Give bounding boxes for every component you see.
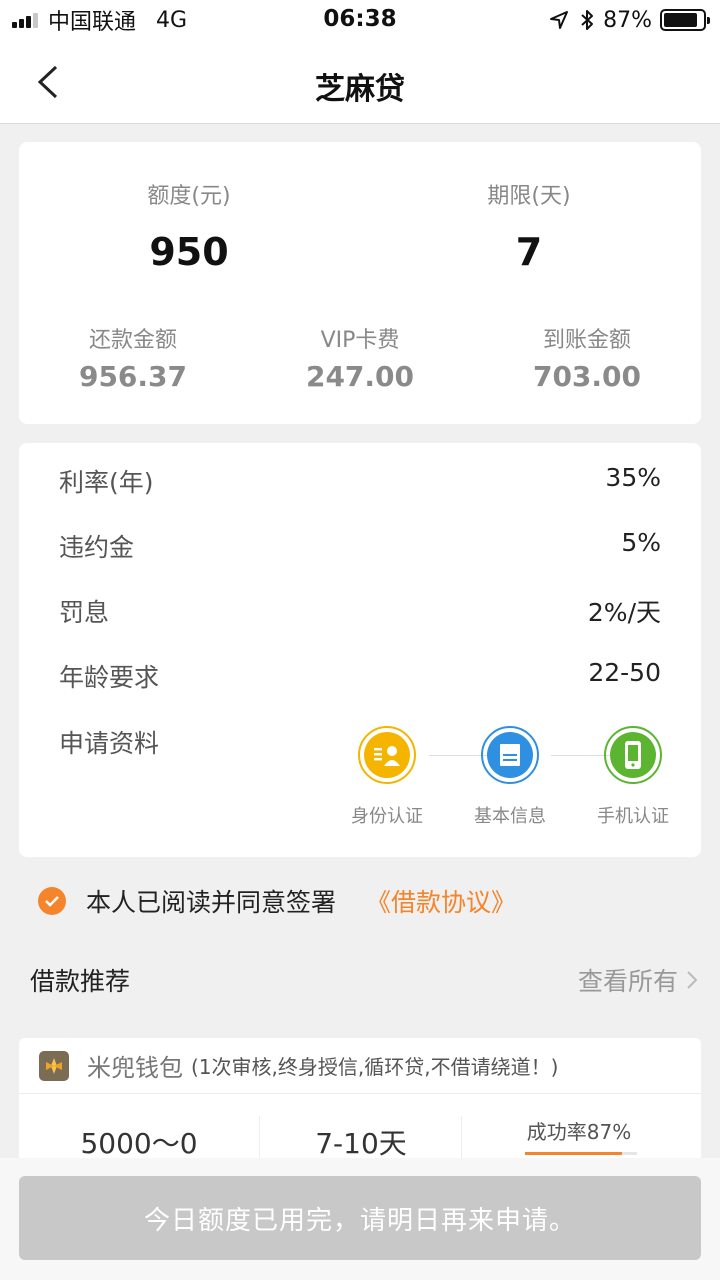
vip-fee-value: 247.00 <box>305 360 415 393</box>
step-phone-label: 手机认证 <box>597 806 669 827</box>
view-all-label: 查看所有 <box>577 967 678 996</box>
id-card-icon <box>358 726 416 784</box>
step-identity-label: 身份认证 <box>351 806 423 827</box>
checkmark-icon[interactable] <box>38 887 66 915</box>
recommend-item-header: 米兜钱包 (1次审核,终身授信,循环贷,不借请绕道！) <box>19 1038 701 1094</box>
page-title: 芝麻贷 <box>315 72 405 107</box>
age-label: 年龄要求 <box>59 663 160 692</box>
agreement-row: 本人已阅读并同意签署 《借款协议》 <box>38 883 516 919</box>
step-basic-info[interactable]: 基本信息 <box>450 726 570 828</box>
location-arrow-icon <box>550 11 569 29</box>
arrival-amount-value: 703.00 <box>532 360 642 393</box>
step-basic-info-label: 基本信息 <box>474 806 546 827</box>
recommend-item-name: 米兜钱包 <box>87 1054 183 1082</box>
late-interest-label: 罚息 <box>59 598 110 627</box>
view-all-link[interactable]: 查看所有 <box>578 962 698 998</box>
bluetooth-icon <box>581 10 594 30</box>
rate-label: 利率(年) <box>59 468 154 497</box>
battery-icon <box>660 9 710 31</box>
loan-summary-card: 额度(元) 950 期限(天) 7 还款金额 956.37 VIP卡费 247.… <box>19 142 701 424</box>
wallet-logo-icon <box>39 1050 69 1081</box>
quota-label: 额度(元) <box>147 184 231 209</box>
phone-icon <box>604 726 662 784</box>
age-value: 22-50 <box>588 658 661 687</box>
penalty-value: 5% <box>621 528 661 557</box>
loan-details-card: 利率(年) 35% 违约金 5% 罚息 2%/天 年龄要求 22-50 申请资料… <box>19 443 701 857</box>
recommend-item-term: 7-10天 <box>315 1127 407 1160</box>
repay-amount-value: 956.37 <box>78 360 188 393</box>
term-label: 期限(天) <box>487 184 571 209</box>
repay-amount-label: 还款金额 <box>88 328 177 353</box>
recommend-item-amount: 5000～0 <box>80 1127 198 1160</box>
vip-fee-label: VIP卡费 <box>320 328 400 353</box>
bottom-bar: 今日额度已用完，请明日再来申请。 <box>0 1158 720 1280</box>
arrival-amount-label: 到账金额 <box>542 328 631 353</box>
status-right: 87% <box>549 6 710 34</box>
apply-button[interactable]: 今日额度已用完，请明日再来申请。 <box>19 1176 701 1260</box>
info-doc-icon <box>481 726 539 784</box>
agreement-text: 本人已阅读并同意签署 <box>86 888 337 917</box>
agreement-link[interactable]: 《借款协议》 <box>366 883 516 919</box>
term-value: 7 <box>515 230 543 274</box>
late-interest-value: 2%/天 <box>587 598 661 627</box>
step-identity[interactable]: 身份认证 <box>327 726 447 828</box>
status-bar: 中国联通 4G 06:38 87% <box>0 0 720 40</box>
materials-label: 申请资料 <box>59 729 160 758</box>
chevron-right-icon <box>687 971 698 989</box>
step-phone[interactable]: 手机认证 <box>573 726 693 828</box>
recommend-title: 借款推荐 <box>30 967 131 996</box>
quota-value: 950 <box>149 230 229 274</box>
battery-percent: 87% <box>603 7 652 33</box>
success-rate-bar <box>525 1152 637 1155</box>
penalty-label: 违约金 <box>59 533 135 562</box>
recommend-item-desc: (1次审核,终身授信,循环贷,不借请绕道！) <box>191 1055 559 1079</box>
rate-value: 35% <box>605 463 661 492</box>
nav-bar: 芝麻贷 <box>0 40 720 124</box>
recommend-item-success-rate: 成功率87% <box>526 1120 632 1144</box>
